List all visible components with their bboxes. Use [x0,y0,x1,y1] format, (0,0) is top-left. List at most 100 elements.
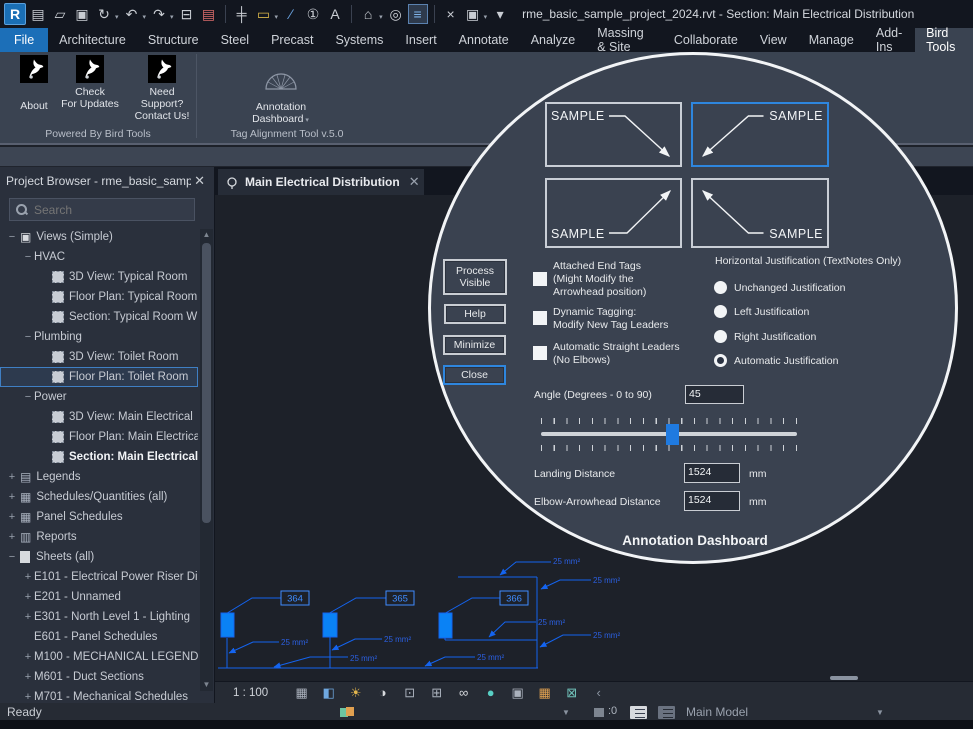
main-model-icon[interactable] [658,706,675,719]
tree-item-floor-plan-toilet-room[interactable]: Floor Plan: Toilet Room [0,367,198,387]
minimize-button[interactable]: Minimize [443,335,506,355]
tree-item-m701-mechanical-schedules[interactable]: + M701 - Mechanical Schedules [0,687,198,703]
ribbon-tab-bird-tools[interactable]: Bird Tools [915,26,973,54]
tree-item-power[interactable]: − Power [0,387,198,407]
help-button[interactable]: Help [444,304,506,324]
detail-level-icon[interactable]: ▦ [288,685,315,701]
tree-item-views-simple-[interactable]: − ▣ Views (Simple) [0,227,198,247]
tree-item-e201-unnamed[interactable]: + E201 - Unnamed [0,587,198,607]
dialog-checkbox-2[interactable] [533,346,547,360]
dropdown-caret-icon[interactable]: ▾ [275,13,279,21]
tree-expander-icon[interactable]: + [6,491,18,503]
tree-expander-icon[interactable]: + [22,651,34,663]
search-input[interactable] [34,202,174,217]
temporary-hide-icon[interactable]: ● [477,685,504,701]
radio-automatic-justification[interactable] [714,354,727,367]
elbow-arrowhead-distance-input[interactable]: 1524 [684,491,740,511]
electrical-device[interactable] [220,612,235,638]
modify-icon[interactable]: ╪ [232,4,252,24]
shadows-icon[interactable]: ◑ [369,685,396,701]
hscroll-thumb[interactable] [830,676,858,680]
radio-left-justification[interactable] [714,305,727,318]
measure-icon[interactable]: ▭ [254,4,274,24]
tree-item-3d-view-main-electrical[interactable]: 3D View: Main Electrical [0,407,198,427]
tree-expander-icon[interactable]: + [22,591,34,603]
ribbon-tab-steel[interactable]: Steel [210,28,261,52]
visual-style-icon[interactable]: ◧ [315,685,342,701]
export-icon[interactable]: ▤ [199,4,219,24]
dropdown-caret-icon[interactable]: ▾ [143,13,147,21]
sync-icon[interactable]: ↻ [94,4,114,24]
ribbon-tab-add-ins[interactable]: Add-Ins [865,26,915,54]
tree-item-panel-schedules[interactable]: + ▦ Panel Schedules [0,507,198,527]
process-visible-button[interactable]: Process Visible [443,259,507,295]
tree-expander-icon[interactable]: − [22,251,34,263]
tree-expander-icon[interactable]: − [6,551,18,563]
tree-expander-icon[interactable]: − [22,391,34,403]
editable-only-caret-icon[interactable]: ▼ [562,708,570,717]
angle-input[interactable]: 45 [685,385,744,404]
home-icon[interactable]: ⌂ [358,4,378,24]
ribbon-tab-view[interactable]: View [749,28,798,52]
search-box[interactable] [9,198,195,221]
ribbon-tab-precast[interactable]: Precast [260,28,324,52]
worksharing-display-icon[interactable]: ▣ [504,685,531,701]
ribbon-tab-collaborate[interactable]: Collaborate [663,28,749,52]
dropdown-caret-icon[interactable]: ▾ [379,13,383,21]
dialog-checkbox-1[interactable] [533,311,547,325]
electrical-device[interactable] [322,612,338,638]
tree-expander-icon[interactable]: + [22,611,34,623]
tree-expander-icon[interactable]: + [6,531,18,543]
tree-expander-icon[interactable]: − [6,231,18,243]
scroll-up-icon[interactable]: ▲ [200,229,213,241]
angle-slider-thumb[interactable] [666,424,679,445]
electrical-device[interactable] [438,612,453,639]
check-for-updates-button[interactable]: Check For Updates [58,55,122,110]
open-icon[interactable]: ▱ [50,4,70,24]
tree-item-section-typical-room-w[interactable]: Section: Typical Room W [0,307,198,327]
tree-item-e101-electrical-power-riser-diagram[interactable]: +E101 - Electrical Power Riser Diagram [0,567,198,587]
tree-item-floor-plan-main-electrical[interactable]: Floor Plan: Main Electrical [0,427,198,447]
tree-item-e301-north-level-1-lighting[interactable]: + E301 - North Level 1 - Lighting [0,607,198,627]
sun-settings-icon[interactable]: ☀ [342,685,369,701]
tree-expander-icon[interactable]: + [6,511,18,523]
view-tab-main-electrical-distribution[interactable]: Main Electrical Distribution ✕ [218,169,424,195]
crop-view-icon[interactable]: ⊡ [396,685,423,701]
dropdown-caret-icon[interactable]: ▾ [484,13,488,21]
print-icon[interactable]: ⊟ [177,4,197,24]
aligned-dimension-icon[interactable]: ∕ [281,4,301,24]
ribbon-tab-systems[interactable]: Systems [324,28,394,52]
tree-item-section-main-electrical-distribution[interactable]: Section: Main Electrical Distribution [0,447,198,467]
undo-icon[interactable]: ↶ [122,4,142,24]
sidebar-scrollbar[interactable]: ▲ ▼ [200,229,213,691]
close-button[interactable]: Close [443,365,506,385]
switch-windows-icon[interactable]: ▣ [463,4,483,24]
radio-right-justification[interactable] [714,330,727,343]
ribbon-tab-massing-site[interactable]: Massing & Site [586,26,663,54]
thin-lines-icon[interactable]: ≡ [407,4,428,24]
tree-expander-icon[interactable]: + [22,691,34,703]
ribbon-tab-architecture[interactable]: Architecture [48,28,137,52]
tree-item-3d-view-toilet-room[interactable]: 3D View: Toilet Room [0,347,198,367]
ribbon-tab-file[interactable]: File [0,28,49,52]
tree-item-m601-duct-sections[interactable]: + M601 - Duct Sections [0,667,198,687]
close-view-icon[interactable]: ✕ [409,174,420,190]
dialog-checkbox-0[interactable] [533,272,547,286]
reveal-hidden-icon[interactable]: ∞ [450,685,477,701]
annotation-dashboard-button[interactable]: Annotation Dashboard ▾ [233,53,329,127]
dropdown-caret-icon[interactable]: ▾ [115,13,119,21]
text-icon[interactable]: A [325,4,345,24]
redo-icon[interactable]: ↷ [149,4,169,24]
ribbon-tab-annotate[interactable]: Annotate [448,28,520,52]
landing-distance-input[interactable]: 1524 [684,463,740,483]
main-model-caret-icon[interactable]: ▼ [876,708,884,717]
design-options-icon[interactable] [630,706,647,719]
tree-item-schedules-quantities-all-[interactable]: + ▦ Schedules/Quantities (all) [0,487,198,507]
reveal-constraints-icon[interactable]: ▦ [531,685,558,701]
ribbon-tab-analyze[interactable]: Analyze [520,28,586,52]
tree-item-e601-panel-schedules[interactable]: E601 - Panel Schedules [0,627,198,647]
collapse-ribbon-icon[interactable]: ▾ [490,4,510,24]
tree-item-hvac[interactable]: − HVAC [0,247,198,267]
tree-expander-icon[interactable]: + [6,471,18,483]
tree-item-legends[interactable]: + ▤ Legends [0,467,198,487]
